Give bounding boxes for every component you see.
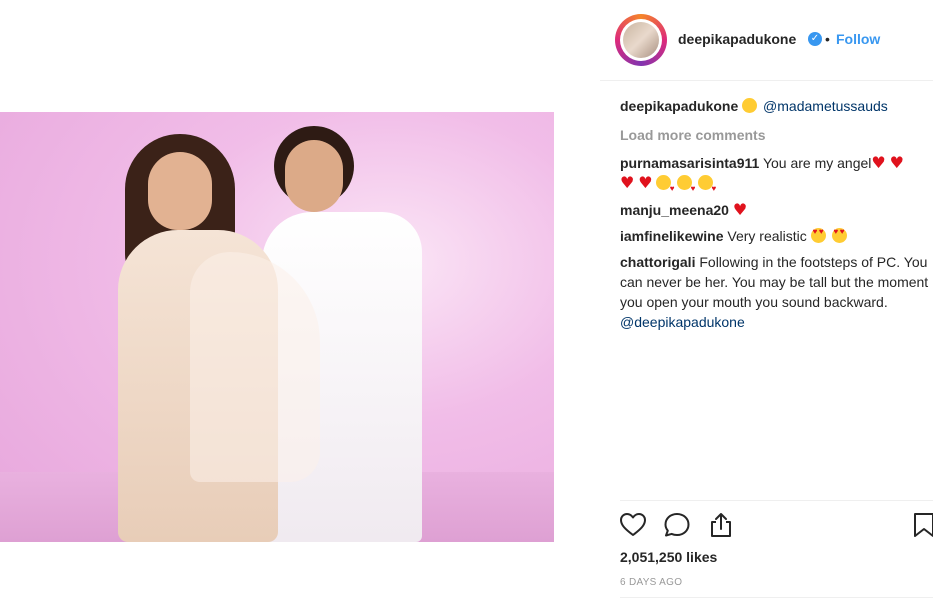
like-count[interactable]: 2,051,250 likes: [620, 549, 717, 565]
share-icon[interactable]: [707, 511, 735, 539]
follow-button[interactable]: Follow: [836, 31, 880, 47]
caption: deepikapadukone @madametussauds: [620, 96, 930, 116]
heart-eyes-emoji-icon: [810, 228, 826, 243]
tongue-face-emoji-icon: [742, 98, 758, 113]
action-divider: [620, 500, 933, 501]
kissing-face-emoji-icon: [677, 175, 695, 199]
load-more-label[interactable]: Load more comments: [620, 127, 765, 143]
comment-text: Very realistic: [727, 228, 807, 244]
red-heart-icon: ♥: [889, 153, 904, 172]
comment-username-link[interactable]: purnamasarisinta911: [620, 155, 759, 171]
bookmark-icon[interactable]: [912, 511, 933, 539]
comment-item: manju_meena20 ♥: [620, 200, 930, 220]
comment-item: purnamasarisinta911 You are my angel♥ ♥ …: [620, 153, 930, 199]
header-username-link[interactable]: deepikapadukone: [678, 31, 796, 47]
verified-badge-icon: ✓: [808, 32, 822, 46]
comment-username-link[interactable]: iamfinelikewine: [620, 228, 723, 244]
caption-mention-link[interactable]: @madametussauds: [763, 98, 888, 114]
comment-username-link[interactable]: manju_meena20: [620, 202, 729, 218]
bottom-divider: [620, 597, 933, 598]
comment-item: iamfinelikewine Very realistic: [620, 226, 930, 246]
comment-text: You are my angel: [762, 155, 872, 171]
red-heart-icon: ♥: [638, 173, 653, 192]
header-divider: [600, 80, 933, 81]
post-photo[interactable]: [0, 112, 554, 542]
red-heart-icon: ♥: [871, 153, 886, 172]
photo-wax-figure-face: [148, 152, 212, 230]
photo-wax-figure-cape: [190, 252, 320, 482]
comment-username-link[interactable]: chattorigali: [620, 254, 695, 270]
avatar-image[interactable]: [623, 22, 659, 58]
load-more-comments-button[interactable]: Load more comments: [620, 125, 930, 145]
kissing-face-emoji-icon: [656, 175, 674, 199]
comment-icon[interactable]: [663, 511, 691, 539]
heart-outline-icon[interactable]: [619, 511, 647, 539]
photo-figure-face: [285, 140, 343, 212]
caption-username-link[interactable]: deepikapadukone: [620, 98, 738, 114]
heart-eyes-emoji-icon: [831, 228, 847, 243]
red-heart-icon: ♥: [620, 173, 635, 192]
dot-separator: •: [825, 31, 830, 47]
post-timestamp[interactable]: 6 DAYS AGO: [620, 577, 682, 588]
broken-heart-icon: ♥: [732, 200, 748, 219]
comment-item: chattorigali Following in the footsteps …: [620, 252, 930, 332]
comment-mention-link[interactable]: @deepikapadukone: [620, 314, 745, 330]
kissing-face-emoji-icon: [698, 175, 716, 199]
